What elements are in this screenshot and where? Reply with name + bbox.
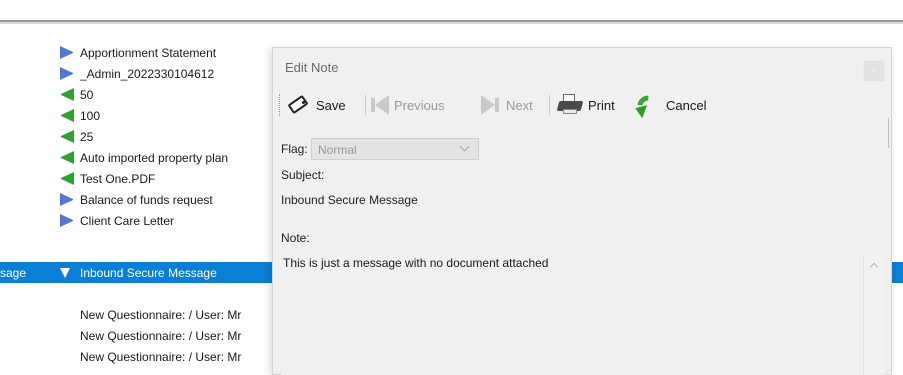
note-label: Note: (281, 231, 310, 245)
list-item-label: 50 (80, 88, 94, 102)
edit-note-dialog: Edit Note × Save Previous Next Print Can… (272, 47, 892, 375)
print-button[interactable]: Print (556, 93, 615, 117)
previous-arrow (375, 95, 389, 115)
subject-label: Subject: (281, 168, 325, 182)
toolbar: Save Previous Next Print Cancel (279, 90, 885, 120)
arrow-left-icon (60, 130, 74, 143)
list-item-label: _Admin_2022330104612 (80, 67, 215, 81)
next-bar (495, 98, 499, 112)
arrow-left-icon (60, 88, 74, 101)
truncated-column-text: sage (0, 266, 27, 280)
flag-dropdown[interactable]: Normal (311, 138, 479, 160)
list-item[interactable]: New Questionnaire: / User: Mr (0, 325, 275, 346)
close-icon: × (870, 65, 878, 77)
arrow-left-icon (60, 151, 74, 164)
cancel-label: Cancel (666, 97, 707, 113)
list-item-label: Balance of funds request (80, 193, 213, 207)
list-item[interactable]: 25 (0, 126, 275, 147)
arrow-right-icon (60, 67, 74, 80)
dialog-title: Edit Note (285, 60, 339, 75)
list-item[interactable]: _Admin_2022330104612 (0, 63, 275, 84)
cancel-button[interactable]: Cancel (632, 91, 707, 119)
arrow-left-icon (60, 109, 74, 122)
save-label: Save (316, 97, 346, 113)
list-item[interactable]: New Questionnaire: / User: Mr (0, 304, 275, 325)
list-item-label: 25 (80, 130, 94, 144)
close-button[interactable]: × (863, 60, 885, 82)
list-item[interactable]: Apportionment Statement (0, 42, 275, 63)
note-text: This is just a message with no document … (283, 256, 549, 270)
note-textarea[interactable]: This is just a message with no document … (281, 250, 885, 375)
toolbar-separator (549, 95, 550, 115)
arrow-right-icon (60, 46, 74, 59)
list-item-label: 100 (80, 109, 101, 123)
toolbar-separator (365, 95, 366, 115)
print-label: Print (588, 97, 615, 113)
subject-value[interactable]: Inbound Secure Message (281, 193, 418, 207)
next-label: Next (506, 97, 533, 113)
chevron-up-icon[interactable] (869, 262, 879, 272)
list-item[interactable]: 100 (0, 105, 275, 126)
questionnaire-label: New Questionnaire: / User: Mr (80, 329, 242, 343)
list-item-label: Test One.PDF (80, 172, 156, 186)
arrow-right-icon (60, 193, 74, 206)
next-icon (481, 95, 495, 115)
list-item[interactable]: 50 (0, 84, 275, 105)
list-item-label: Inbound Secure Message (80, 266, 217, 280)
tag-icon (287, 94, 311, 116)
list-item[interactable]: New Questionnaire: / User: Mr (0, 346, 275, 367)
list-item[interactable]: Client Care Letter (0, 210, 275, 231)
arrow-left-icon (60, 172, 74, 185)
list-item[interactable]: Balance of funds request (0, 189, 275, 210)
undo-arrow-icon (632, 91, 661, 119)
previous-label: Previous (394, 97, 445, 113)
list-item-label: Client Care Letter (80, 214, 175, 228)
window-top-bar (0, 0, 903, 24)
dialog-edge (888, 118, 889, 148)
toolbar-grip[interactable] (279, 94, 282, 116)
flag-label: Flag: (281, 142, 308, 156)
printer-icon (556, 94, 584, 116)
list-item-label: Auto imported property plan (80, 151, 229, 165)
note-scrollbar[interactable] (863, 254, 885, 375)
flag-value: Normal (318, 143, 357, 157)
questionnaire-label: New Questionnaire: / User: Mr (80, 350, 242, 364)
questionnaire-label: New Questionnaire: / User: Mr (80, 308, 242, 322)
chevron-down-icon (459, 141, 470, 152)
previous-button[interactable]: Previous (369, 93, 445, 117)
next-button[interactable]: Next (481, 93, 533, 117)
list-item-label: Apportionment Statement (80, 46, 217, 60)
list-item[interactable]: Test One.PDF (0, 168, 275, 189)
arrow-right-icon (60, 214, 74, 227)
save-button[interactable]: Save (287, 93, 346, 117)
list-item[interactable]: Auto imported property plan (0, 147, 275, 168)
arrow-down-icon (60, 268, 70, 278)
